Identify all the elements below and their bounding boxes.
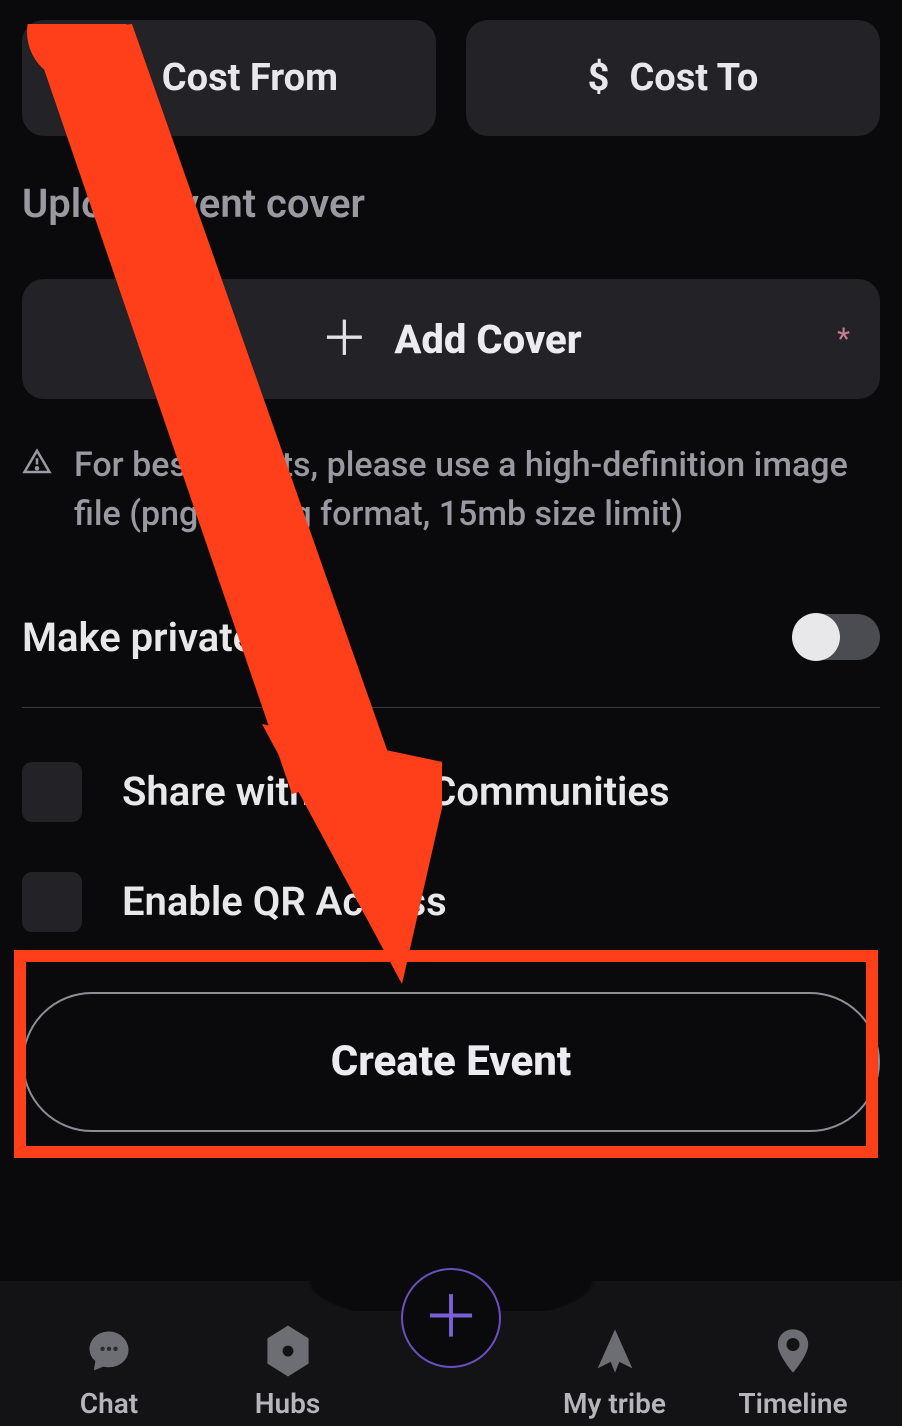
cover-hint-text: For best results, please use a high-defi… [74, 441, 880, 540]
share-hubs-row: Share with Hubs/Communities [22, 762, 880, 822]
nav-label-hubs: Hubs [255, 1387, 321, 1420]
make-private-toggle[interactable] [794, 614, 880, 660]
nav-label-mytribe: My tribe [563, 1387, 666, 1420]
cover-hint-row: For best results, please use a high-defi… [22, 441, 880, 540]
enable-qr-checkbox[interactable] [22, 872, 82, 932]
bottom-nav: Chat Hubs My tribe Timeline ＋ [0, 1256, 902, 1426]
tribe-icon [589, 1325, 641, 1381]
fab-add-button[interactable]: ＋ [401, 1268, 501, 1368]
nav-item-hubs[interactable]: Hubs [213, 1325, 363, 1420]
upload-cover-label: Upload event cover [22, 180, 880, 227]
create-event-button[interactable]: Create Event [22, 992, 880, 1132]
plus-icon: ＋ [422, 1289, 480, 1347]
nav-label-chat: Chat [80, 1387, 138, 1420]
make-private-label: Make private [22, 614, 254, 661]
add-cover-label: Add Cover [394, 316, 581, 363]
cost-row: $ Cost From $ Cost To [22, 20, 880, 136]
create-event-wrap: Create Event [22, 992, 880, 1132]
cost-from-placeholder: Cost From [162, 56, 338, 100]
hubs-icon [262, 1325, 314, 1381]
warning-icon [22, 447, 52, 481]
create-event-label: Create Event [331, 1037, 572, 1086]
plus-icon: ＋ [320, 315, 368, 363]
location-icon [767, 1325, 819, 1381]
event-form-content: $ Cost From $ Cost To Upload event cover… [0, 0, 902, 1132]
required-marker: * [837, 322, 850, 357]
cost-from-field[interactable]: $ Cost From [22, 20, 436, 136]
nav-item-chat[interactable]: Chat [34, 1325, 184, 1420]
chat-icon [83, 1325, 135, 1381]
cost-to-field[interactable]: $ Cost To [466, 20, 880, 136]
enable-qr-label: Enable QR Access [122, 878, 447, 925]
toggle-knob [792, 613, 840, 661]
make-private-row: Make private [22, 614, 880, 708]
nav-item-timeline[interactable]: Timeline [718, 1325, 868, 1420]
share-hubs-checkbox[interactable] [22, 762, 82, 822]
nav-label-timeline: Timeline [738, 1387, 847, 1420]
dollar-icon: $ [588, 56, 610, 100]
cost-to-placeholder: Cost To [629, 56, 758, 100]
dollar-icon: $ [120, 56, 142, 100]
share-hubs-label: Share with Hubs/Communities [122, 768, 670, 815]
add-cover-button[interactable]: ＋ Add Cover * [22, 279, 880, 399]
nav-item-mytribe[interactable]: My tribe [540, 1325, 690, 1420]
enable-qr-row: Enable QR Access [22, 872, 880, 932]
